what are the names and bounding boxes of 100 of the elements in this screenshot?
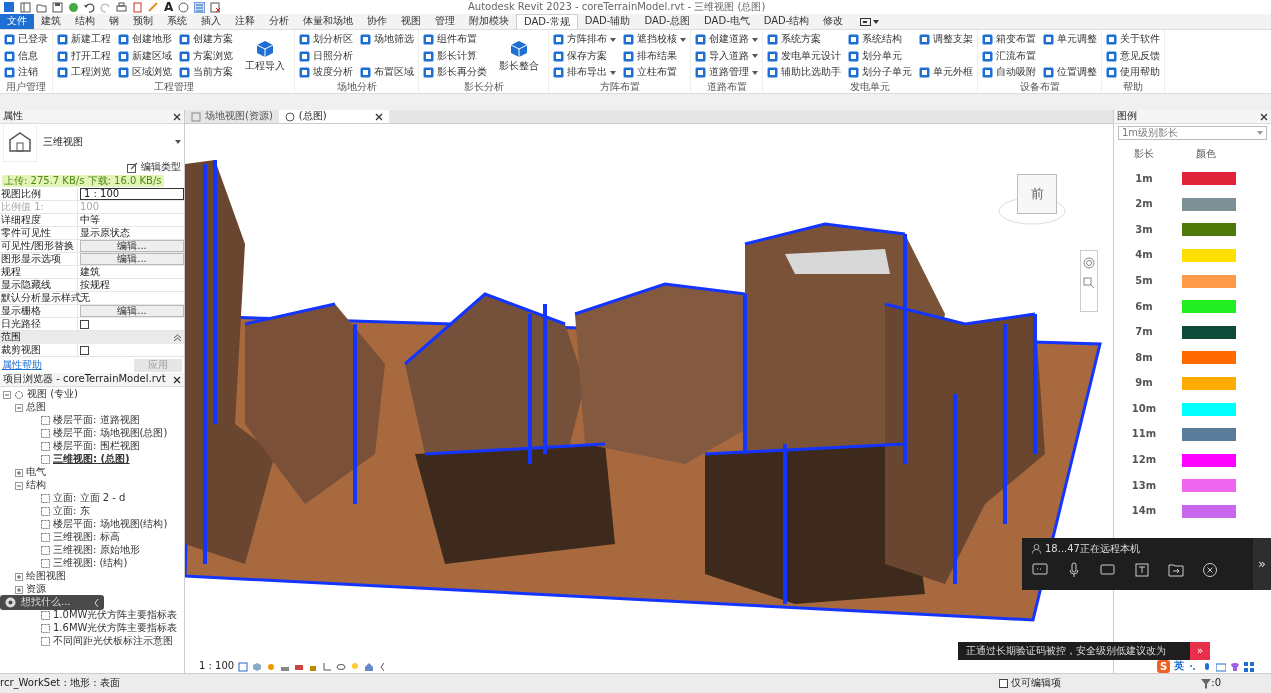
close-icon[interactable] [374, 112, 383, 121]
globe-icon[interactable] [68, 1, 79, 13]
close-icon[interactable] [173, 375, 181, 384]
collapse-icon[interactable] [3, 390, 11, 399]
caret-icon[interactable] [873, 19, 880, 24]
zoom-icon[interactable] [1083, 277, 1095, 289]
tree-item[interactable]: 视图 (专业) [0, 388, 184, 401]
tree-item[interactable]: 三维视图: 标高 [0, 531, 184, 544]
checkbox[interactable] [80, 319, 89, 329]
ribbon-tab[interactable]: DAD-辅助 [577, 14, 638, 29]
tree-item[interactable]: 电气 [0, 466, 184, 479]
ribbon-button[interactable]: 保存方案 [552, 48, 617, 64]
eye-icon[interactable] [336, 661, 347, 672]
ribbon-button[interactable]: 系统方案 [766, 32, 842, 47]
grid-icon[interactable] [1244, 661, 1254, 672]
collapse-icon[interactable] [15, 481, 23, 490]
ribbon-button[interactable]: 辅助比选助手 [766, 65, 842, 80]
ribbon-tab[interactable]: 分析 [262, 14, 296, 29]
ribbon-tab[interactable]: 协作 [360, 14, 394, 29]
tree-item[interactable]: 1.6MW光伏方阵主要指标表 [0, 622, 184, 635]
ribbon-button[interactable]: 单元外框 [918, 65, 974, 80]
ribbon-button[interactable]: 组件布置 [422, 32, 488, 47]
close-icon[interactable] [1260, 112, 1268, 121]
grid-icon[interactable] [238, 661, 249, 672]
chat-icon[interactable] [1032, 561, 1048, 578]
save-icon[interactable] [52, 1, 63, 13]
view-tab[interactable]: 场地视图(资源) [185, 110, 279, 123]
ribbon-button[interactable]: 关于软件 [1105, 32, 1161, 47]
expand-icon[interactable] [15, 585, 23, 594]
tree-item[interactable]: 立面: 东 [0, 505, 184, 518]
ribbon-tab[interactable]: DAD-电气 [697, 14, 757, 29]
microphone-icon[interactable] [1202, 661, 1212, 672]
ribbon-tab[interactable]: DAD-常规 [516, 14, 578, 29]
ribbon-button[interactable]: 工程浏览 [56, 65, 112, 80]
crop-icon[interactable] [322, 661, 333, 672]
caret-icon[interactable] [752, 37, 758, 42]
ribbon-button[interactable]: 排布结果 [622, 48, 687, 64]
collapse-icon[interactable] [15, 403, 23, 412]
edit-type-button[interactable]: 编辑类型 [126, 159, 182, 175]
shirt-icon[interactable] [1230, 661, 1240, 672]
text-icon[interactable] [1134, 561, 1150, 578]
ribbon-tab[interactable]: DAD-总图 [637, 14, 698, 29]
ribbon-button[interactable]: 创建地形 [117, 32, 173, 47]
ribbon-button[interactable]: 注销 [3, 65, 49, 80]
tree-item[interactable]: 三维视图: (总图) [0, 453, 184, 466]
ribbon-button[interactable]: 位置调整 [1042, 65, 1098, 80]
type-selector[interactable]: 三维视图 [0, 124, 184, 160]
tree-item[interactable]: 三维视图: 原始地形 [0, 544, 184, 557]
document-icon[interactable] [132, 1, 143, 13]
caret-icon[interactable] [610, 70, 616, 75]
expand-icon[interactable] [15, 468, 23, 477]
help-link[interactable]: 属性帮助 [2, 358, 42, 372]
undo-icon[interactable] [84, 1, 95, 13]
folder-icon[interactable] [36, 1, 47, 13]
ribbon-tab[interactable]: 系统 [160, 14, 194, 29]
ribbon-tab[interactable]: 体量和场地 [296, 14, 360, 29]
legend-select[interactable]: 1m级别影长 [1118, 126, 1267, 140]
ribbon-button[interactable]: 场地筛选 [359, 32, 415, 47]
panel-icon[interactable] [860, 17, 872, 26]
chevron-left-icon[interactable] [94, 598, 99, 607]
ribbon-tab[interactable]: 钢 [102, 14, 126, 29]
tree-item[interactable]: 1.0MW光伏方阵主要指标表 [0, 609, 184, 622]
checkbox[interactable] [80, 345, 89, 355]
ribbon-button[interactable]: 创建道路 [694, 32, 759, 47]
ribbon-button[interactable]: 新建工程 [56, 32, 112, 47]
ribbon-tab[interactable]: 修改 [816, 14, 851, 29]
ribbon-button[interactable]: 道路管理 [694, 65, 759, 80]
ribbon-button[interactable]: 坡度分析 [298, 65, 354, 80]
more-button[interactable]: » [1190, 642, 1210, 660]
ribbon-button[interactable]: 发电单元设计 [766, 48, 842, 64]
ribbon-button[interactable]: 布置区域 [359, 65, 415, 80]
ribbon-tab[interactable]: 注释 [228, 14, 262, 29]
ribbon-button[interactable]: 新建区域 [117, 48, 173, 64]
close-window-icon[interactable] [210, 1, 222, 13]
ribbon-button[interactable]: 调整支架 [918, 32, 974, 47]
ribbon-tab[interactable]: 插入 [194, 14, 228, 29]
ribbon-button[interactable]: 影长再分类 [422, 65, 488, 80]
ribbon-button[interactable]: 意见反馈 [1105, 48, 1161, 64]
tree-item[interactable]: 不同间距光伏板标注示意图 [0, 635, 184, 648]
ribbon-button[interactable]: 划分子单元 [847, 65, 913, 80]
ribbon-tab[interactable]: DAD-结构 [756, 14, 817, 29]
sphere-icon[interactable] [178, 1, 190, 13]
ruler-icon[interactable] [148, 1, 159, 13]
ribbon-button[interactable]: 划分单元 [847, 48, 913, 64]
ribbon-button[interactable]: 打开工程 [56, 48, 112, 64]
tree-item[interactable]: 总图 [0, 401, 184, 414]
ribbon-tab[interactable]: 结构 [68, 14, 102, 29]
editable-only-checkbox[interactable]: 仅可编辑项 [999, 677, 1062, 690]
expand-icon[interactable] [15, 572, 23, 581]
property-field[interactable]: 1 : 100 [80, 188, 184, 200]
ribbon-button[interactable]: 方阵排布 [552, 32, 617, 47]
close-icon[interactable] [173, 112, 181, 121]
filter-icon[interactable] [1201, 678, 1212, 689]
caret-icon[interactable] [752, 70, 758, 75]
ribbon-tab[interactable]: 管理 [428, 14, 462, 29]
tree-item[interactable]: 楼层平面: 场地视图(总图) [0, 427, 184, 440]
ribbon-button[interactable]: 遮挡校核 [622, 32, 687, 47]
section-header[interactable]: 范围 [0, 331, 184, 344]
edit-button[interactable]: 编辑... [80, 253, 184, 265]
ribbon-button[interactable]: 影长计算 [422, 48, 488, 64]
